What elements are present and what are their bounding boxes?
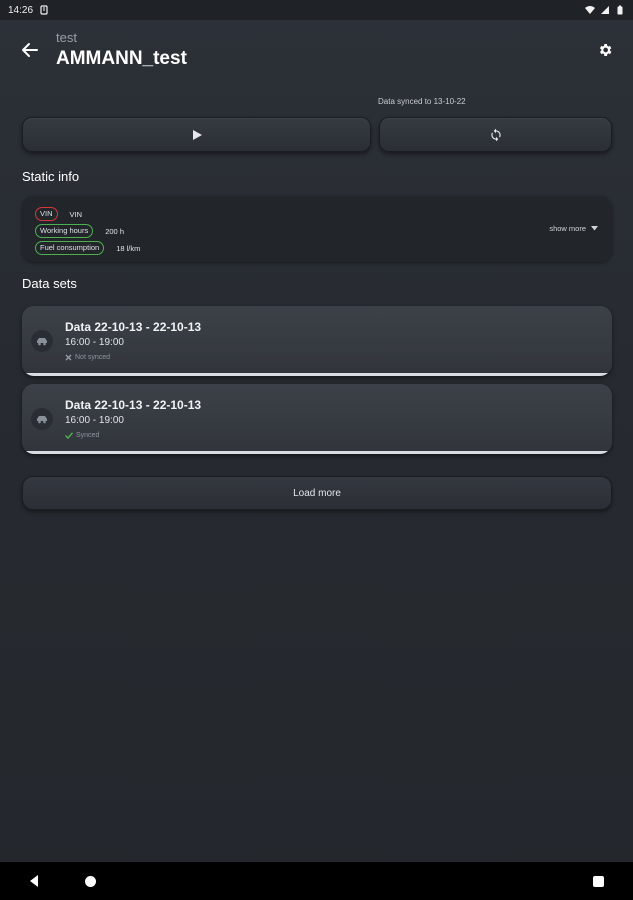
static-info-heading: Static info (22, 169, 80, 184)
static-info-row-working-hours: Working hours 200 h (35, 224, 124, 238)
data-set-time: 16:00 - 19:00 (65, 337, 124, 348)
x-icon (65, 354, 72, 361)
vehicle-icon (37, 416, 47, 424)
sync-button[interactable] (379, 117, 612, 152)
settings-button[interactable] (593, 38, 617, 62)
data-set-status: Not synced (65, 354, 110, 361)
gear-icon (599, 44, 612, 56)
fuel-consumption-value: 18 l/km (116, 243, 141, 253)
vin-value: VIN (69, 209, 83, 219)
wifi-icon (585, 6, 595, 14)
load-more-button[interactable]: Load more (22, 476, 612, 510)
back-button[interactable] (16, 36, 44, 64)
data-set-status-text: Synced (76, 432, 100, 439)
battery-icon (617, 5, 623, 15)
page-subtitle: test (56, 30, 77, 45)
data-set-progress-bar (22, 373, 612, 376)
nav-home-icon[interactable] (85, 876, 96, 887)
data-set-title: Data 22-10-13 - 22-10-13 (65, 398, 202, 412)
working-hours-chip: Working hours (35, 224, 94, 238)
data-sets-heading: Data sets (22, 276, 77, 291)
nav-back-icon[interactable] (28, 874, 40, 888)
sync-icon (490, 128, 501, 141)
data-set-card[interactable]: Data 22-10-13 - 22-10-13 16:00 - 19:00 N… (22, 306, 612, 376)
data-set-avatar (31, 330, 53, 352)
sync-status-text: Data synced to 13-10-22 (378, 97, 466, 106)
vin-chip: VIN (35, 207, 58, 221)
fuel-consumption-chip: Fuel consumption (35, 241, 105, 255)
status-time: 14:26 (8, 4, 34, 16)
vehicle-icon (37, 338, 47, 346)
play-button[interactable] (22, 117, 371, 152)
data-set-title: Data 22-10-13 - 22-10-13 (65, 320, 202, 334)
storage-notification-icon (40, 5, 48, 15)
status-bar: 14:26 (0, 0, 633, 20)
data-set-status-text: Not synced (75, 354, 111, 361)
data-set-status: Synced (65, 432, 99, 439)
chevron-down-icon (591, 226, 598, 231)
show-more-label: show more (549, 224, 586, 233)
system-nav-bar (0, 862, 633, 900)
page-title: AMMANN_test (56, 48, 187, 69)
check-icon (65, 432, 73, 439)
static-info-row-vin: VIN VIN (35, 207, 82, 221)
static-info-row-fuel: Fuel consumption 18 l/km (35, 241, 140, 255)
signal-icon (601, 6, 609, 14)
data-set-avatar (31, 408, 53, 430)
data-set-progress-bar (22, 451, 612, 454)
show-more-button[interactable]: show more (549, 224, 598, 233)
static-info-card: VIN VIN Working hours 200 h Fuel consump… (22, 196, 612, 262)
data-set-card[interactable]: Data 22-10-13 - 22-10-13 16:00 - 19:00 S… (22, 384, 612, 454)
play-icon (192, 129, 202, 140)
arrow-back-icon (22, 43, 38, 57)
nav-recents-icon[interactable] (593, 876, 604, 887)
working-hours-value: 200 h (105, 226, 124, 236)
app-bar: test AMMANN_test (0, 26, 633, 82)
data-set-time: 16:00 - 19:00 (65, 415, 124, 426)
